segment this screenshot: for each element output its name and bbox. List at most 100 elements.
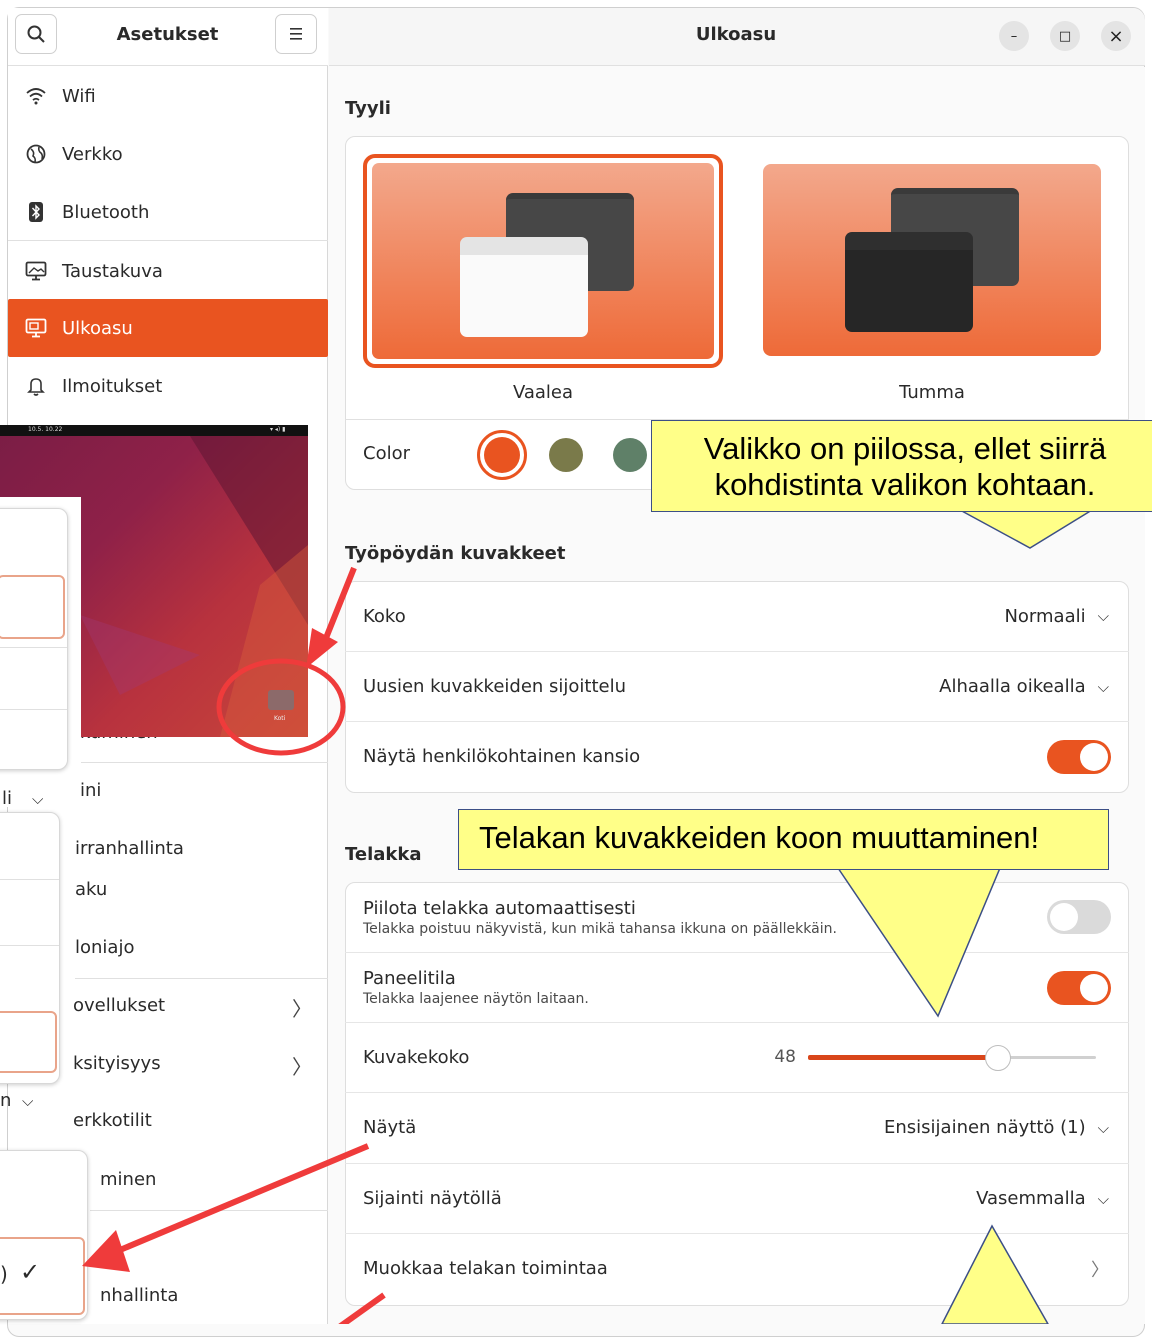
- callout-text: Valikko on piilossa, ellet siirrä kohdis…: [703, 431, 1107, 502]
- close-button[interactable]: ×: [1101, 21, 1131, 51]
- sidebar-item-network[interactable]: Verkko: [8, 125, 328, 183]
- sidebar-item-label: Wifi: [62, 85, 96, 107]
- accent-orange-swatch[interactable]: [477, 430, 527, 480]
- position-label: Sijainti näytöllä: [363, 1188, 502, 1209]
- sidebar-item-wifi[interactable]: Wifi: [8, 67, 328, 125]
- sidebar-divider: [8, 240, 328, 241]
- sidebar-item-partial[interactable]: ksityisyys: [73, 1053, 161, 1074]
- customize-dock-row[interactable]: Muokkaa telakan toimintaa 〉: [345, 1233, 1129, 1303]
- sidebar-item-label: Taustakuva: [62, 260, 163, 282]
- slider-fill: [808, 1055, 999, 1060]
- dropdown-option-selected[interactable]: [0, 1011, 57, 1073]
- minimize-button[interactable]: –: [999, 21, 1029, 51]
- sidebar-item-label: Ulkoasu: [62, 317, 133, 339]
- sidebar-item-label: Bluetooth: [62, 201, 150, 223]
- panel-mode-toggle[interactable]: [1047, 970, 1111, 1005]
- show-home-toggle[interactable]: [1047, 739, 1111, 774]
- show-home-label: Näytä henkilökohtainen kansio: [363, 746, 641, 767]
- display-value: Ensisijainen näyttö (1): [884, 1117, 1086, 1138]
- desktop-icons-title: Työpöydän kuvakkeet: [345, 543, 566, 564]
- search-button[interactable]: [15, 14, 57, 54]
- icon-placement-value: Alhaalla oikealla: [939, 676, 1086, 697]
- sidebar-item-background[interactable]: Taustakuva: [8, 242, 328, 300]
- chevron-right-icon: 〉: [292, 1055, 312, 1079]
- accent-olive-swatch[interactable]: [549, 438, 583, 472]
- icon-size-value: Normaali: [1004, 605, 1086, 627]
- customize-dock-label: Muokkaa telakan toimintaa: [363, 1258, 608, 1279]
- sidebar-item-partial[interactable]: aku: [75, 879, 107, 900]
- display-label: Näytä: [363, 1117, 417, 1138]
- sidebar-item-bluetooth[interactable]: Bluetooth: [8, 183, 328, 241]
- sidebar-item-partial[interactable]: loniajo: [75, 937, 134, 958]
- light-theme-option[interactable]: [363, 154, 723, 368]
- chevron-down-icon: ⌵: [1097, 607, 1109, 625]
- sidebar-item-label: Ilmoitukset: [62, 375, 163, 397]
- sidebar-item-partial[interactable]: irranhallinta: [75, 838, 184, 859]
- autohide-description: Telakka poistuu näkyvistä, kun mikä taha…: [363, 920, 837, 937]
- dropdown-partial-value: n: [0, 1090, 12, 1111]
- dropdown-divider: [0, 945, 59, 946]
- callout-menu-hidden: Valikko on piilossa, ellet siirrä kohdis…: [651, 420, 1152, 512]
- light-theme-preview: [372, 163, 714, 359]
- chevron-right-icon: 〉: [1091, 1259, 1109, 1281]
- chevron-down-icon: ⌵: [32, 790, 44, 808]
- sidebar-item-partial[interactable]: erkkotilit: [73, 1110, 152, 1131]
- icon-size-label: Koko: [363, 605, 406, 627]
- wifi-icon: [24, 87, 48, 105]
- appearance-icon: [24, 318, 48, 338]
- panel-mode-text: Paneelitila Telakka laajenee näytön lait…: [363, 968, 1047, 1007]
- chevron-down-icon: ⌵: [22, 1092, 34, 1110]
- dark-theme-label: Tumma: [899, 382, 965, 403]
- icon-placement-row[interactable]: Uusien kuvakkeiden sijoittelu Alhaalla o…: [345, 651, 1129, 721]
- dropdown-option-selected[interactable]: [0, 575, 65, 639]
- sidebar-item-partial[interactable]: ovellukset: [73, 995, 165, 1016]
- sidebar-item-partial[interactable]: minen: [100, 1169, 156, 1190]
- chevron-down-icon: ⌵: [1097, 1118, 1109, 1137]
- chevron-down-icon: ⌵: [1097, 1189, 1109, 1208]
- sidebar-item-partial[interactable]: nhallinta: [100, 1285, 178, 1306]
- sidebar-item-partial[interactable]: ini: [80, 780, 101, 801]
- menu-button[interactable]: [275, 14, 317, 54]
- dropdown-option-selected[interactable]: [0, 1237, 85, 1315]
- dropdown-divider: [0, 709, 67, 710]
- monitor-icon: [24, 261, 48, 281]
- sidebar-title: Asetukset: [116, 23, 219, 45]
- icon-size-row[interactable]: Koko Normaali ⌵: [345, 581, 1129, 651]
- dropdown-partial-value: li: [2, 788, 13, 809]
- swatch-fill: [484, 437, 520, 473]
- bluetooth-icon: [24, 202, 48, 222]
- display-row[interactable]: Näytä Ensisijainen näyttö (1) ⌵: [345, 1092, 1129, 1162]
- maximize-button[interactable]: □: [1050, 21, 1080, 51]
- autohide-toggle[interactable]: [1047, 900, 1111, 934]
- dropdown-divider: [0, 879, 59, 880]
- sidebar-divider: [75, 978, 328, 979]
- dark-theme-option[interactable]: [763, 164, 1101, 356]
- dock-title: Telakka: [345, 844, 422, 865]
- position-value: Vasemmalla: [976, 1188, 1086, 1209]
- slider-handle[interactable]: [985, 1045, 1012, 1071]
- home-folder-label: Koti: [274, 715, 286, 722]
- accent-sage-swatch[interactable]: [613, 438, 647, 472]
- autohide-row: Piilota telakka automaattisesti Telakka …: [345, 882, 1129, 952]
- search-icon: [27, 25, 45, 43]
- size-dropdown-popover: [0, 508, 68, 770]
- icon-size-slider[interactable]: [808, 1045, 1096, 1071]
- sidebar-divider: [80, 762, 328, 763]
- page-title: Ulkoasu: [695, 23, 777, 45]
- toggle-knob: [1080, 742, 1108, 771]
- dropdown-divider: [0, 647, 67, 648]
- position-row[interactable]: Sijainti näytöllä Vasemmalla ⌵: [345, 1163, 1129, 1233]
- sidebar-item-appearance[interactable]: Ulkoasu: [8, 299, 328, 357]
- panel-mode-label: Paneelitila: [363, 968, 456, 989]
- sidebar-item-notifications[interactable]: Ilmoitukset: [8, 357, 328, 415]
- color-label: Color: [363, 443, 410, 464]
- globe-icon: [24, 144, 48, 164]
- autohide-label: Piilota telakka automaattisesti: [363, 897, 636, 919]
- chevron-right-icon: 〉: [292, 997, 312, 1021]
- hamburger-icon: [290, 28, 302, 40]
- checkmark-icon: ✓: [20, 1258, 41, 1286]
- preview-window-front: [460, 237, 588, 337]
- icon-size-readout: 48: [774, 1047, 796, 1067]
- preview-window-front: [845, 232, 973, 332]
- toggle-knob: [1080, 973, 1108, 1002]
